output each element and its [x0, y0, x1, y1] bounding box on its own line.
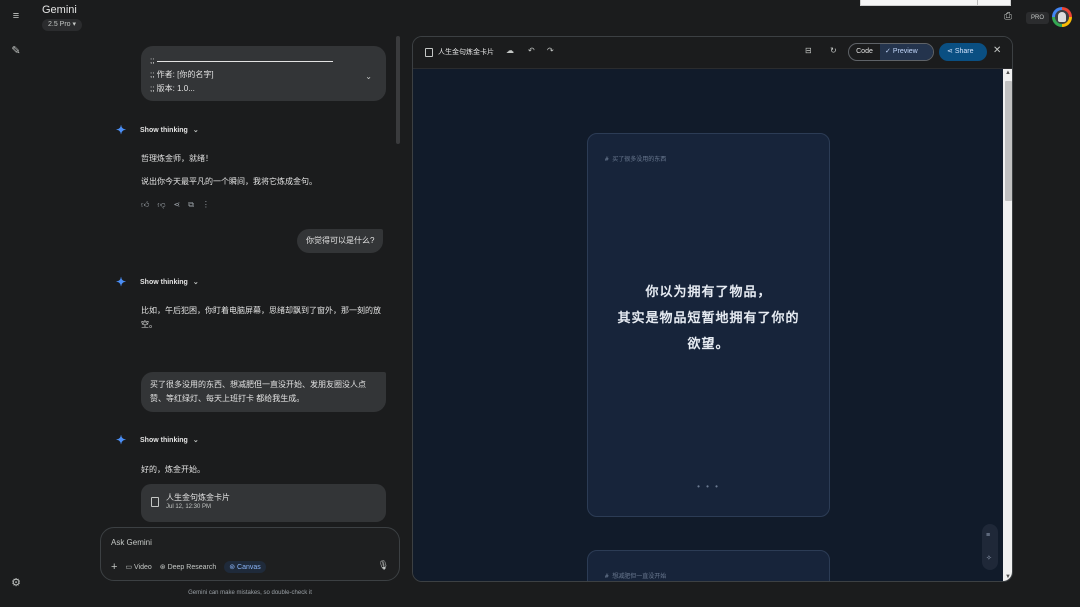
code-line-2: ;; 作者: [你的名字] [150, 70, 214, 79]
model-selector[interactable]: 2.5 Pro ▾ [42, 19, 83, 31]
chevron-down-icon[interactable]: ⌄ [365, 70, 372, 84]
scroll-up-icon[interactable]: ▲ [1005, 70, 1011, 76]
refresh-icon[interactable]: ↻ [830, 46, 837, 55]
cloud-icon[interactable]: ☁ [506, 46, 514, 55]
top-bar: Gemini 2.5 Pro ▾ ⎙ PRO [33, 0, 1080, 34]
prompt-input-box[interactable]: Ask Gemini + ▭ Video ⊛ Deep Research ⊚ C… [100, 527, 400, 581]
code-preview-toggle: Code ✓ Preview [848, 43, 934, 61]
video-tool-label: Video [134, 564, 152, 571]
printer-icon[interactable]: ⎙ [1004, 11, 1012, 22]
deep-research-label: Deep Research [167, 564, 217, 571]
gear-icon[interactable]: ⚙ [10, 577, 22, 589]
new-chat-icon[interactable]: ✎ [10, 45, 22, 57]
scroll-down-icon[interactable]: ▼ [1005, 574, 1011, 580]
canvas-panel: 人生金句炼金卡片 ☁ ↶ ↷ ⊟ ↻ Code ✓ Preview ⋖ Shar… [412, 36, 1013, 582]
response-actions: 👍︎ 👎︎ ⋖ ⧉ ⋮ [141, 200, 210, 210]
document-icon [425, 48, 433, 57]
chevron-down-icon: ⌄ [192, 127, 199, 134]
quote-line: 你以为拥有了物品， [645, 284, 772, 299]
document-icon [151, 497, 159, 507]
canvas-card-title: 人生金句炼金卡片 [166, 493, 230, 502]
chat-thread: ;; ;; 作者: [你的名字] ;; 版本: 1.0... ⌄ ✦ Show … [100, 34, 400, 524]
preview-scroll-thumb[interactable] [1005, 81, 1012, 201]
console-icon[interactable]: ⊟ [805, 46, 812, 55]
input-tools: + ▭ Video ⊛ Deep Research ⊚ Canvas [111, 561, 266, 573]
chat-scrollbar[interactable] [396, 36, 400, 144]
preview-area: # 买了很多没用的东西 你以为拥有了物品， 其实是物品短暂地拥有了你的 欲望。 … [413, 69, 1003, 581]
code-line-1: ;; [150, 56, 155, 65]
share-button[interactable]: ⋖ Share [939, 43, 987, 61]
thumbs-up-icon[interactable]: 👍︎ [141, 200, 149, 210]
model-response: 比如，午后犯困，你盯着电脑屏幕，思绪却飘到了窗外，那一刻的放空。 [141, 306, 381, 329]
response-line: 哲理炼金师，就绪！ [141, 154, 213, 163]
close-icon[interactable]: ✕ [993, 45, 1001, 56]
code-snippet-bubble: ;; ;; 作者: [你的名字] ;; 版本: 1.0... ⌄ [141, 46, 386, 101]
browser-overlay-strip [860, 0, 1011, 6]
gemini-spark-icon: ✦ [116, 275, 127, 289]
model-response: 好的，炼金开始。 [141, 465, 205, 474]
app-title: Gemini [42, 4, 77, 16]
gemini-spark-icon: ✦ [116, 433, 127, 447]
show-thinking-toggle[interactable]: ✦ Show thinking ⌄ [116, 434, 199, 446]
quote-card: # 想减肥但一直没开始 [587, 550, 830, 581]
model-response: 哲理炼金师，就绪！ 说出你今天最平凡的一个瞬间，我将它炼成金句。 [141, 152, 393, 189]
floating-tools[interactable]: ≡ ✧ [982, 524, 998, 570]
show-thinking-label: Show thinking [140, 278, 188, 286]
code-line-3: ;; 版本: 1.0... [150, 84, 195, 93]
avatar[interactable] [1052, 7, 1072, 27]
video-tool-button[interactable]: ▭ Video [125, 563, 151, 571]
card-quote: 你以为拥有了物品， 其实是物品短暂地拥有了你的 欲望。 [588, 279, 829, 357]
share-icon[interactable]: ⋖ [174, 200, 181, 210]
user-message: 你觉得可以是什么? [297, 229, 384, 253]
left-rail: ≡ ✎ ⚙ [0, 0, 33, 607]
more-icon[interactable]: ⋮ [202, 200, 210, 210]
gemini-spark-icon: ✦ [116, 123, 127, 137]
response-line: 说出你今天最平凡的一个瞬间，我将它炼成金句。 [141, 177, 317, 186]
sparkle-icon[interactable]: ✧ [986, 554, 992, 562]
show-thinking-label: Show thinking [140, 436, 188, 444]
thumbs-down-icon[interactable]: 👎︎ [157, 200, 165, 210]
menu-icon[interactable]: ≡ [10, 10, 22, 22]
pro-badge: PRO [1026, 12, 1050, 24]
disclaimer: Gemini can make mistakes, so double-chec… [188, 590, 312, 596]
preview-tab-label: Preview [892, 48, 918, 55]
show-thinking-toggle[interactable]: ✦ Show thinking ⌄ [116, 124, 199, 136]
deep-research-button[interactable]: ⊛ Deep Research [160, 563, 216, 571]
canvas-title: 人生金句炼金卡片 [438, 49, 494, 56]
code-tab[interactable]: Code [849, 44, 880, 60]
add-icon[interactable]: + [111, 561, 117, 573]
card-tag: # 想减肥但一直没开始 [605, 573, 667, 580]
prompt-input[interactable]: Ask Gemini [111, 538, 152, 547]
canvas-tool-label: Canvas [237, 564, 261, 571]
quote-card: # 买了很多没用的东西 你以为拥有了物品， 其实是物品短暂地拥有了你的 欲望。 … [587, 133, 830, 517]
redo-icon[interactable]: ↷ [547, 46, 554, 55]
canvas-document-card[interactable]: 人生金句炼金卡片 Jul 12, 12:30 PM [141, 484, 386, 522]
model-label: 2.5 Pro [48, 21, 71, 28]
canvas-card-date: Jul 12, 12:30 PM [166, 504, 212, 510]
undo-icon[interactable]: ↶ [528, 46, 535, 55]
quote-line: 其实是物品短暂地拥有了你的 [617, 310, 800, 325]
chevron-down-icon: ⌄ [192, 279, 199, 286]
card-tag: # 买了很多没用的东西 [605, 156, 667, 163]
canvas-tool-button[interactable]: ⊚ Canvas [224, 561, 266, 573]
quote-line: 欲望。 [687, 336, 730, 351]
show-thinking-label: Show thinking [140, 126, 188, 134]
copy-icon[interactable]: ⧉ [188, 200, 194, 210]
menu-icon[interactable]: ≡ [986, 532, 990, 539]
show-thinking-toggle[interactable]: ✦ Show thinking ⌄ [116, 276, 199, 288]
microphone-icon[interactable]: 🎙︎ [378, 560, 389, 571]
chevron-down-icon: ⌄ [192, 437, 199, 444]
share-label: Share [954, 48, 974, 55]
canvas-header: 人生金句炼金卡片 ☁ ↶ ↷ ⊟ ↻ Code ✓ Preview ⋖ Shar… [413, 37, 1012, 69]
card-dots: • • • [697, 482, 720, 491]
user-message: 买了很多没用的东西、想减肥但一直没开始、发朋友圈没人点赞、等红绿灯、每天上班打卡… [141, 372, 386, 412]
preview-tab[interactable]: ✓ Preview [880, 44, 933, 60]
